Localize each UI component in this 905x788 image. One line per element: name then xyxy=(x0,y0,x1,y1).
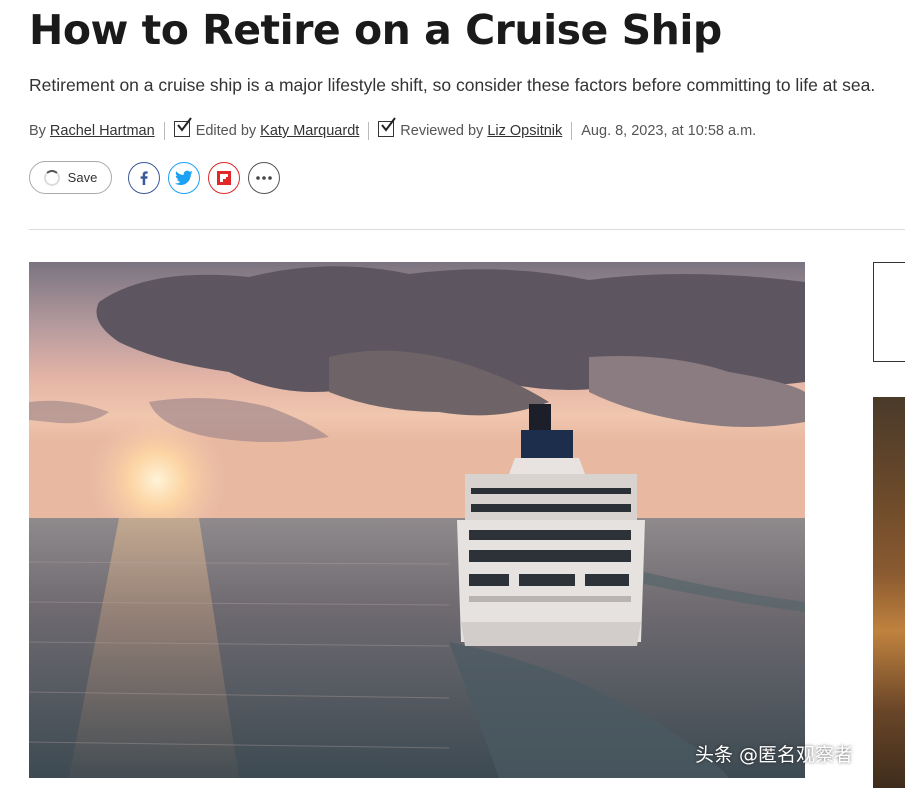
byline-divider xyxy=(571,122,573,140)
article-actions: Save xyxy=(29,161,280,194)
article-page: How to Retire on a Cruise Ship Retiremen… xyxy=(0,0,905,788)
sidebar-ad-box xyxy=(873,262,905,362)
checkbox-icon xyxy=(378,117,397,137)
loading-spinner-icon xyxy=(43,169,60,186)
byline-divider xyxy=(368,122,370,140)
flipboard-share-button[interactable] xyxy=(208,161,240,194)
edited-prefix: Edited by xyxy=(195,123,257,139)
watermark-text: 头条 @匿名观察者 xyxy=(695,744,854,766)
reviewed-prefix: Reviewed by xyxy=(400,123,484,139)
byline-divider xyxy=(163,122,165,140)
article-title: How to Retire on a Cruise Ship xyxy=(29,6,722,54)
sidebar-image xyxy=(873,397,905,788)
hero-image xyxy=(29,262,805,778)
publish-date: Aug. 8, 2023, at 10:58 a.m. xyxy=(581,123,757,139)
twitter-share-button[interactable] xyxy=(168,161,200,194)
flipboard-icon xyxy=(217,170,231,185)
more-icon xyxy=(256,175,272,180)
byline: By Rachel Hartman Edited by Katy Marquar… xyxy=(29,117,757,142)
reviewer-link[interactable]: Liz Opsitnik xyxy=(487,123,562,139)
save-label: Save xyxy=(67,170,98,185)
facebook-icon xyxy=(140,170,148,185)
author-link[interactable]: Rachel Hartman xyxy=(50,123,155,139)
checkbox-icon xyxy=(173,117,192,137)
editor-link[interactable]: Katy Marquardt xyxy=(260,123,359,139)
more-share-button[interactable] xyxy=(248,161,280,194)
byline-prefix: By xyxy=(29,123,46,139)
article-dek: Retirement on a cruise ship is a major l… xyxy=(29,75,876,95)
header-divider xyxy=(29,229,905,230)
facebook-share-button[interactable] xyxy=(128,161,160,194)
cruise-ship-sunset-image xyxy=(29,262,805,778)
twitter-icon xyxy=(175,170,193,185)
save-button[interactable]: Save xyxy=(29,161,112,194)
